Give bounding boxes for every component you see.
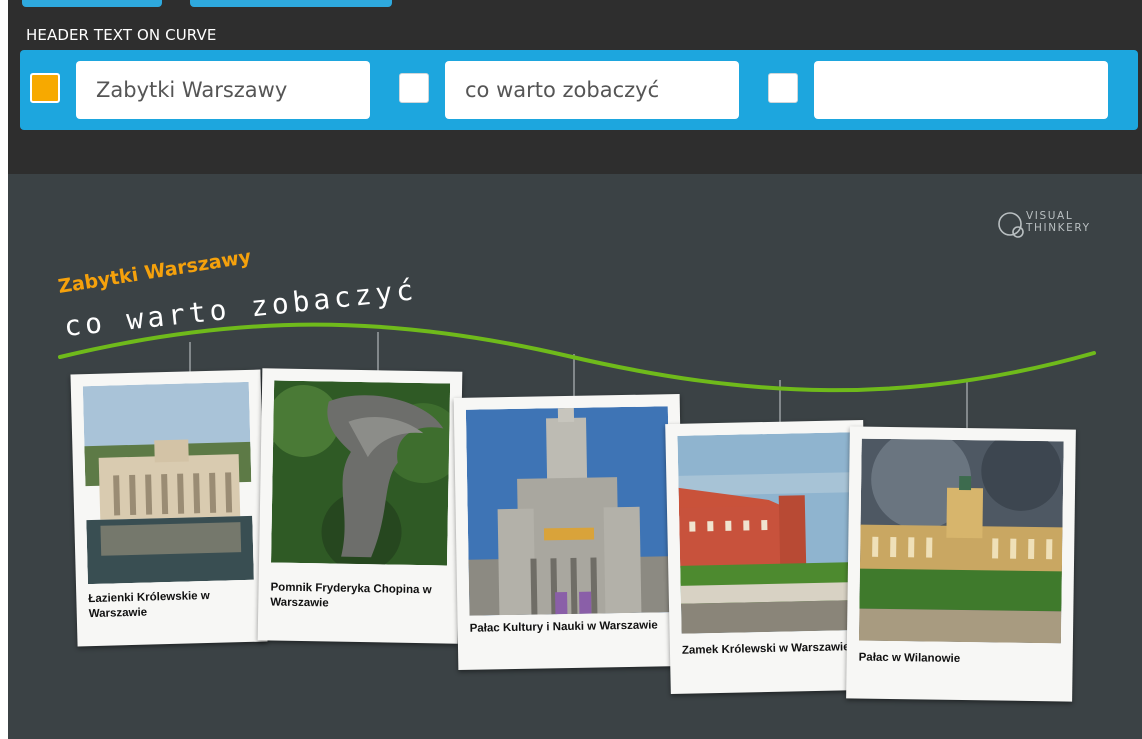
line1-checkbox[interactable] xyxy=(30,73,60,103)
photo-5-caption: Pałac w Wilanowie xyxy=(858,651,961,665)
photo-1-image xyxy=(82,381,254,585)
photo-2-image xyxy=(271,380,451,566)
photo-5-image xyxy=(858,438,1064,644)
preview-canvas: VISUAL THINKERY Zabytki Warszawy co wart… xyxy=(8,174,1142,739)
line3-checkbox[interactable] xyxy=(768,73,798,103)
panel-title: HEADER TEXT ON CURVE xyxy=(26,26,217,44)
photo-card-3[interactable]: Pałac Kultury i Nauki w Warszawie xyxy=(453,394,685,670)
photo-card-4[interactable]: Zamek Królewski w Warszawie xyxy=(665,419,869,695)
app-root: HEADER TEXT ON CURVE VISUAL THINKERY xyxy=(0,0,1142,739)
header-lines-bar xyxy=(20,50,1138,130)
photo-card-1[interactable]: Łazienki Królewskie w Warszawie xyxy=(70,369,268,647)
top-tab-left[interactable] xyxy=(22,0,162,7)
photo-2-caption: Pomnik Fryderyka Chopina w Warszawie xyxy=(270,581,432,610)
photo-card-2[interactable]: Pomnik Fryderyka Chopina w Warszawie xyxy=(257,368,463,644)
photo-3-caption: Pałac Kultury i Nauki w Warszawie xyxy=(469,619,658,635)
line3-text-input[interactable] xyxy=(814,61,1108,119)
line1-text-input[interactable] xyxy=(76,61,370,119)
photo-1-caption: Łazienki Królewskie w Warszawie xyxy=(88,589,210,621)
photo-card-5[interactable]: Pałac w Wilanowie xyxy=(846,426,1076,702)
header-text-panel: HEADER TEXT ON CURVE xyxy=(8,0,1142,174)
photo-4-caption: Zamek Królewski w Warszawie xyxy=(681,641,850,657)
line2-text-input[interactable] xyxy=(445,61,739,119)
top-tab-right[interactable] xyxy=(190,0,392,7)
photo-4-image xyxy=(677,432,856,634)
line2-checkbox[interactable] xyxy=(399,73,429,103)
photo-3-image xyxy=(465,406,672,616)
